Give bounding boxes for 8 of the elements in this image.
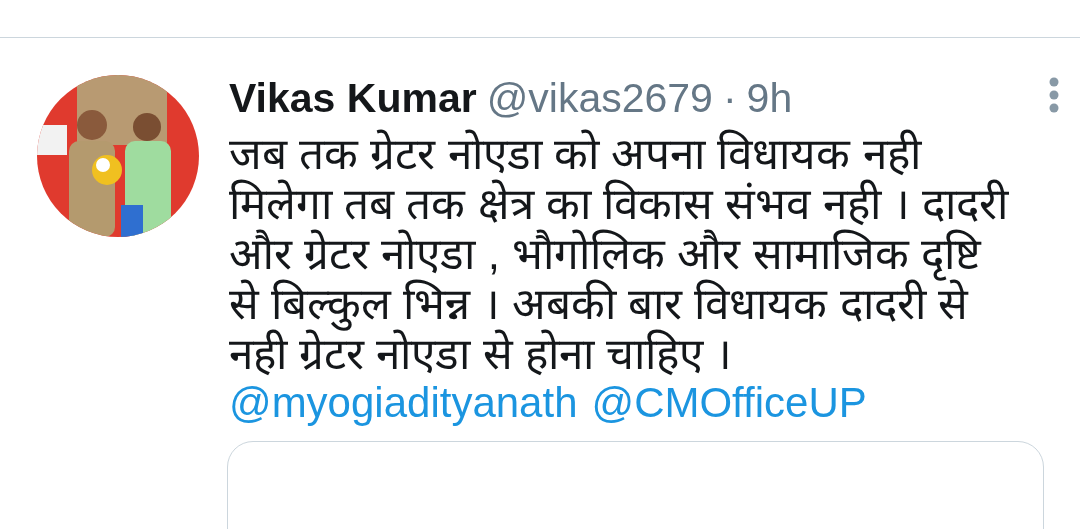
author-name[interactable]: Vikas Kumar bbox=[229, 75, 477, 122]
separator: · bbox=[722, 75, 737, 122]
mention-link[interactable]: @myogiadityanath bbox=[229, 379, 578, 427]
mention-link[interactable]: @CMOfficeUP bbox=[591, 379, 867, 427]
more-icon[interactable] bbox=[1049, 77, 1059, 113]
tweet-text: जब तक ग्रेटर नोएडा को अपना विधायक नही मिलेगा तब तक क्षेत्र का विकास संभव नही । दादरी और ग्रेटर नोएडा , भौगोलिक और सामाजिक दृष्टि से बिल्कुल भिन्न । अबकी बार विधायक दादरी से नही ग्रेटर नोएडा से होना चाहिए । bbox=[229, 129, 1010, 379]
tweet-time: 9h bbox=[746, 75, 793, 122]
author-handle: @vikas2679 bbox=[486, 75, 713, 122]
